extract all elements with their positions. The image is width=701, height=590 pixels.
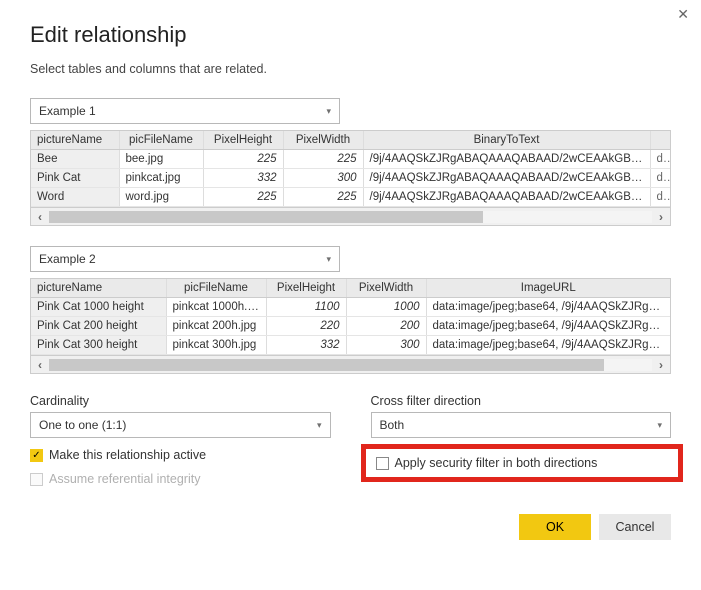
table2-col-pictureName[interactable]: pictureName <box>31 279 166 298</box>
table-row[interactable]: Pink Cat pinkcat.jpg 332 300 /9j/4AAQSkZ… <box>31 169 670 188</box>
ok-button[interactable]: OK <box>519 514 591 540</box>
checkbox-icon[interactable] <box>376 457 389 470</box>
scroll-right-icon[interactable]: › <box>652 358 670 372</box>
active-label: Make this relationship active <box>49 448 206 462</box>
table-row[interactable]: Bee bee.jpg 225 225 /9j/4AAQSkZJRgABAQAA… <box>31 150 670 169</box>
crossfilter-select[interactable]: Both ▾ <box>371 412 672 438</box>
chevron-down-icon: ▾ <box>326 254 331 265</box>
table2-select-value: Example 2 <box>39 252 96 266</box>
table1-scrollbar[interactable]: ‹ › <box>30 208 671 226</box>
crossfilter-value: Both <box>380 418 405 432</box>
cancel-button[interactable]: Cancel <box>599 514 671 540</box>
table1-col-overflow[interactable] <box>650 131 670 150</box>
active-checkbox-row[interactable]: ✓ Make this relationship active <box>30 448 331 462</box>
table1-col-BinaryToText[interactable]: BinaryToText <box>363 131 650 150</box>
referential-checkbox-row: Assume referential integrity <box>30 472 331 486</box>
dialog-subtitle: Select tables and columns that are relat… <box>30 62 671 76</box>
security-label: Apply security filter in both directions <box>395 456 598 470</box>
table1-col-PixelWidth[interactable]: PixelWidth <box>283 131 363 150</box>
checkbox-icon <box>30 473 43 486</box>
table-row[interactable]: Pink Cat 1000 height pinkcat 1000h.jpg 1… <box>31 298 670 317</box>
chevron-down-icon: ▾ <box>317 420 322 431</box>
table-row[interactable]: Pink Cat 300 height pinkcat 300h.jpg 332… <box>31 336 670 355</box>
table2-col-ImageURL[interactable]: ImageURL <box>426 279 670 298</box>
table1-select[interactable]: Example 1 ▾ <box>30 98 340 124</box>
table2-select[interactable]: Example 2 ▾ <box>30 246 340 272</box>
table1-grid: pictureName picFileName PixelHeight Pixe… <box>30 130 671 208</box>
table1-col-pictureName[interactable]: pictureName <box>31 131 119 150</box>
table1-col-picFileName[interactable]: picFileName <box>119 131 203 150</box>
table2-col-picFileName[interactable]: picFileName <box>166 279 266 298</box>
dialog-title: Edit relationship <box>30 22 671 48</box>
referential-label: Assume referential integrity <box>49 472 200 486</box>
security-highlight: Apply security filter in both directions <box>361 444 684 482</box>
checkbox-checked-icon[interactable]: ✓ <box>30 449 43 462</box>
cardinality-label: Cardinality <box>30 394 331 408</box>
table1-col-PixelHeight[interactable]: PixelHeight <box>203 131 283 150</box>
chevron-down-icon: ▾ <box>657 420 662 431</box>
scroll-left-icon[interactable]: ‹ <box>31 358 49 372</box>
close-icon[interactable]: ✕ <box>677 6 689 23</box>
table2-col-PixelHeight[interactable]: PixelHeight <box>266 279 346 298</box>
crossfilter-label: Cross filter direction <box>371 394 672 408</box>
chevron-down-icon: ▾ <box>326 106 331 117</box>
table2-col-PixelWidth[interactable]: PixelWidth <box>346 279 426 298</box>
security-checkbox-row[interactable]: Apply security filter in both directions <box>376 456 669 470</box>
table2-grid: pictureName picFileName PixelHeight Pixe… <box>30 278 671 356</box>
scroll-left-icon[interactable]: ‹ <box>31 210 49 224</box>
cardinality-select[interactable]: One to one (1:1) ▾ <box>30 412 331 438</box>
table-row[interactable]: Word word.jpg 225 225 /9j/4AAQSkZJRgABAQ… <box>31 188 670 207</box>
table2-scrollbar[interactable]: ‹ › <box>30 356 671 374</box>
table1-select-value: Example 1 <box>39 104 96 118</box>
table-row[interactable]: Pink Cat 200 height pinkcat 200h.jpg 220… <box>31 317 670 336</box>
cardinality-value: One to one (1:1) <box>39 418 126 432</box>
scroll-right-icon[interactable]: › <box>652 210 670 224</box>
